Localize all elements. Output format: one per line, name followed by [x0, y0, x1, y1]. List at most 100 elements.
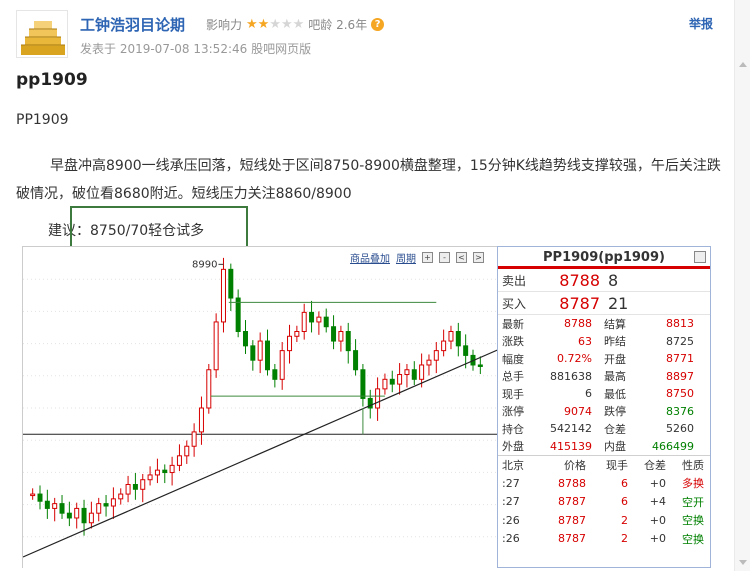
- tick-cell: 2: [621, 513, 628, 527]
- quote-grid-row: 幅度 0.72% 开盘 8771: [498, 350, 710, 368]
- candle-body: [228, 268, 234, 299]
- scrollbar[interactable]: [734, 0, 750, 571]
- author-name[interactable]: 工钟浩羽目论期: [80, 14, 185, 35]
- candle-body: [198, 407, 204, 433]
- quote-value: 8788: [564, 317, 592, 331]
- candle-body: [206, 369, 212, 409]
- quote-grid-row: 总手 881638 最高 8897: [498, 368, 710, 386]
- quote-label: 幅度: [502, 352, 524, 366]
- buy-price: 8787: [559, 293, 600, 313]
- candle-body: [279, 350, 285, 380]
- candle-body: [88, 512, 94, 524]
- tick-col-time: 北京: [502, 459, 524, 472]
- tick-cell: 8787: [558, 495, 586, 509]
- period-link[interactable]: 周期: [396, 250, 416, 265]
- candle-body: [316, 316, 322, 323]
- candle-body: [463, 345, 469, 356]
- candle-body: [301, 311, 307, 332]
- advice-highlight-box: [70, 206, 248, 249]
- tick-cell: 6: [621, 476, 628, 490]
- candle-body: [323, 316, 329, 328]
- candle-body: [118, 493, 124, 500]
- candle-body: [404, 369, 410, 376]
- quote-value: 8750: [666, 387, 694, 401]
- quote-label: 涨停: [502, 405, 524, 419]
- quote-value: 415139: [550, 439, 592, 453]
- kline-chart-svg: 8990: [22, 257, 499, 558]
- scroll-right-icon[interactable]: >: [473, 252, 484, 263]
- quote-label: 外盘: [502, 440, 524, 454]
- candle-body: [242, 331, 248, 347]
- sell-price: 8788: [559, 270, 600, 290]
- close-icon[interactable]: [694, 251, 706, 263]
- quote-grid-row: 涨跌 63 昨结 8725: [498, 333, 710, 351]
- scroll-left-icon[interactable]: <: [456, 252, 467, 263]
- gold-bars-icon: [21, 21, 65, 55]
- quote-grid-row: 最新 8788 结算 8813: [498, 315, 710, 333]
- post-body: 早盘冲高8900一线承压回落，短线处于区间8750-8900横盘整理，15分钟K…: [16, 158, 721, 202]
- candle-body: [162, 469, 168, 474]
- candle-body: [338, 331, 344, 342]
- candle-body: [154, 469, 160, 476]
- candle-body: [169, 464, 175, 474]
- candle-body: [110, 498, 116, 507]
- trend-line: [22, 349, 499, 558]
- candle-body: [52, 503, 58, 509]
- report-link[interactable]: 举报: [689, 15, 713, 32]
- influence-stars: ★★★★★: [246, 17, 304, 32]
- tick-cell: 8787: [558, 513, 586, 527]
- tick-col-price: 价格: [564, 459, 586, 472]
- quote-label: 最新: [502, 317, 524, 331]
- zoom-in-icon[interactable]: +: [422, 252, 433, 263]
- quote-label: 现手: [502, 387, 524, 401]
- quote-label: 内盘: [604, 440, 626, 454]
- quote-label: 结算: [604, 317, 626, 331]
- buy-row: 买入 8787 21: [498, 292, 710, 315]
- candle-body: [287, 335, 293, 352]
- quote-value: 5260: [666, 422, 694, 436]
- quote-value: 542142: [550, 422, 592, 436]
- quote-value: 6: [585, 387, 592, 401]
- tick-row: :27 8787 6 +4 空开: [498, 493, 710, 512]
- help-icon[interactable]: ?: [371, 18, 385, 31]
- influence-label: 影响力: [206, 18, 243, 32]
- quote-value: 881638: [550, 369, 592, 383]
- candle-body: [331, 326, 337, 342]
- candle-body: [441, 340, 447, 352]
- candle-body: [389, 378, 395, 385]
- candle-body: [96, 503, 102, 514]
- candle-body: [426, 359, 432, 366]
- candle-body: [375, 388, 381, 409]
- tick-cell: 8787: [558, 532, 586, 546]
- candle-body: [433, 350, 439, 361]
- scroll-up-icon[interactable]: [739, 62, 747, 67]
- candle-body: [37, 493, 43, 502]
- tick-row: :27 8788 6 +0 多换: [498, 474, 710, 493]
- candle-body: [132, 484, 138, 490]
- scroll-down-icon[interactable]: [739, 560, 747, 565]
- author-meta: 影响力 ★★★★★ 吧龄 2.6年 ?: [206, 16, 385, 33]
- candle-body: [250, 345, 256, 361]
- age-label: 吧龄 2.6年: [308, 18, 368, 32]
- quote-label: 总手: [502, 370, 524, 384]
- candle-body: [147, 474, 153, 481]
- candle-body: [66, 512, 72, 519]
- avatar[interactable]: [16, 10, 68, 58]
- post-meta: 发表于 2019-07-08 13:52:46 股吧网页版: [80, 42, 312, 56]
- quote-value: 8771: [666, 352, 694, 366]
- candle-body: [419, 364, 425, 380]
- quote-value: 0.72%: [557, 352, 592, 366]
- tick-cell: 多换: [682, 477, 704, 491]
- quote-value: 8813: [666, 317, 694, 331]
- quote-grid-row: 外盘 415139 内盘 466499: [498, 438, 710, 456]
- sell-row: 卖出 8788 8: [498, 269, 710, 292]
- overlay-link[interactable]: 商品叠加: [350, 250, 390, 265]
- post-subhead: PP1909: [16, 112, 69, 128]
- quote-title: PP1909(pp1909): [498, 247, 710, 269]
- tick-col-volume: 现手: [606, 459, 628, 472]
- tick-cell: :27: [502, 476, 520, 490]
- tick-cell: 8788: [558, 476, 586, 490]
- candle-body: [220, 268, 226, 323]
- peak-label: 8990: [192, 259, 217, 270]
- zoom-out-icon[interactable]: -: [439, 252, 450, 263]
